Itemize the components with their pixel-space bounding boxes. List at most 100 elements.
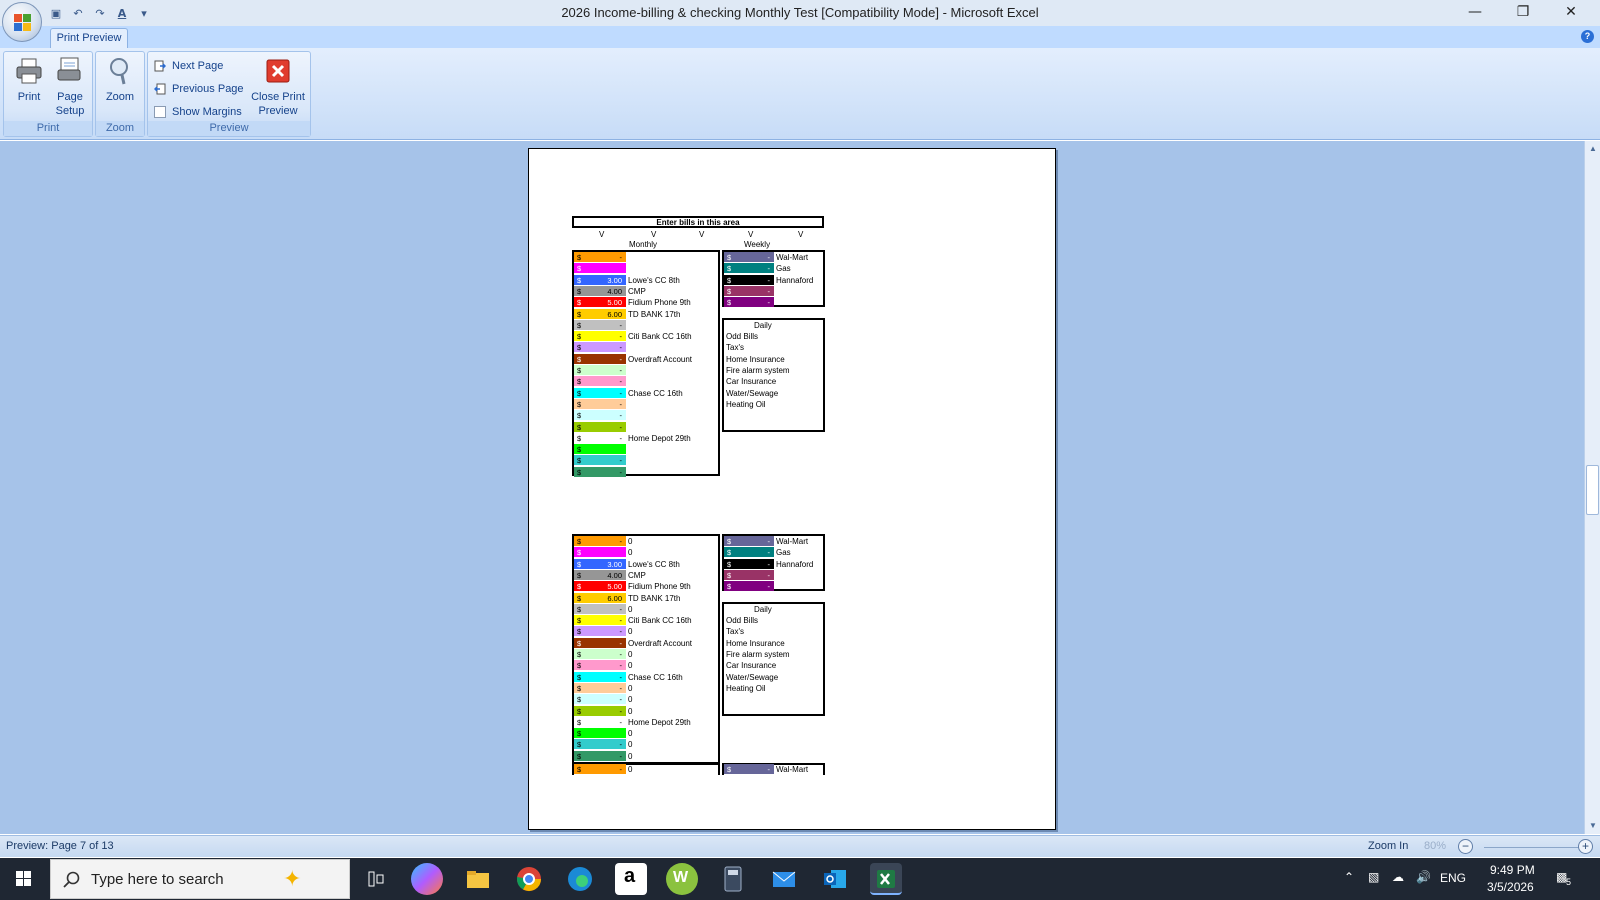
language-indicator[interactable]: ENG — [1440, 871, 1466, 885]
monthly-cell[interactable]: $ - — [574, 705, 626, 717]
monthly-cell[interactable]: $ - — [574, 694, 626, 706]
monthly-cell[interactable]: $ - — [574, 365, 626, 376]
scroll-down-arrow-icon[interactable]: ▼ — [1588, 821, 1598, 831]
weekly-cell[interactable]: $ - — [724, 536, 774, 547]
weekly-cell[interactable]: $ - — [724, 274, 774, 286]
scroll-up-arrow-icon[interactable]: ▲ — [1588, 144, 1598, 154]
cell-value: - — [619, 740, 623, 750]
monthly-cell[interactable]: $4.00 — [574, 569, 626, 581]
task-view-icon[interactable] — [360, 863, 392, 895]
monthly-cell[interactable]: $ - — [574, 615, 626, 627]
chevron-up-icon[interactable]: ⌃ — [1344, 870, 1354, 884]
chrome-icon[interactable] — [513, 863, 545, 895]
zoom-button[interactable]: Zoom — [100, 56, 140, 104]
next-page-button[interactable]: Next Page — [154, 57, 223, 75]
previous-page-button[interactable]: Previous Page — [153, 80, 244, 98]
weekly-cell[interactable]: $ - — [724, 569, 774, 581]
zoom-slider[interactable] — [1484, 847, 1582, 848]
currency-symbol: $ — [577, 751, 582, 761]
print-button[interactable]: Print — [9, 56, 49, 104]
page-setup-button[interactable]: Page Setup — [50, 56, 90, 118]
monthly-cell[interactable]: $ — [574, 263, 626, 275]
monthly-cell[interactable]: $5.00 — [574, 581, 626, 593]
monthly-cell[interactable]: $ - — [574, 682, 626, 694]
monthly-cell[interactable]: $ — [574, 728, 626, 740]
monthly-cell[interactable]: $ - — [574, 716, 626, 728]
currency-symbol: $ — [577, 740, 582, 750]
weekly-cell[interactable]: $ - — [724, 581, 774, 593]
weekly-cell[interactable]: $ - — [724, 547, 774, 559]
weekly-cell[interactable]: $ - — [724, 252, 774, 263]
edge-icon[interactable] — [564, 863, 596, 895]
zoom-out-button[interactable]: − — [1458, 839, 1473, 854]
monthly-cell[interactable]: $ - — [574, 671, 626, 683]
webroot-icon[interactable]: W — [666, 863, 698, 895]
monthly-cell[interactable]: $ - — [574, 637, 626, 649]
close-button[interactable]: ✕ — [1548, 0, 1594, 26]
file-explorer-icon[interactable] — [462, 863, 494, 895]
monthly-cell[interactable]: $ - — [574, 603, 626, 615]
weekly-cell[interactable]: $ - — [724, 764, 774, 775]
monthly-cell[interactable]: $ — [574, 547, 626, 559]
monthly-cell[interactable]: $ - — [574, 410, 626, 422]
calculator-icon[interactable] — [717, 863, 749, 895]
monthly-cell[interactable]: $ - — [574, 466, 626, 478]
amazon-icon[interactable]: a — [615, 863, 647, 895]
monthly-cell[interactable]: $ - — [574, 398, 626, 410]
tab-print-preview[interactable]: Print Preview — [50, 28, 128, 48]
onedrive-cloud-icon[interactable]: ☁ — [1392, 870, 1404, 884]
monthly-cell[interactable]: $ - — [574, 660, 626, 672]
cell-value: - — [767, 275, 771, 285]
checkbox-unchecked-icon[interactable] — [154, 106, 166, 118]
monthly-cell[interactable]: $ - — [574, 750, 626, 762]
monthly-cell[interactable]: $ - — [574, 536, 626, 547]
volume-icon[interactable]: 🔊 — [1416, 870, 1431, 884]
monthly-cell[interactable]: $ - — [574, 626, 626, 638]
zoom-percent[interactable]: 80% — [1424, 840, 1446, 852]
vertical-scrollbar[interactable]: ▲ ▼ — [1584, 141, 1600, 834]
taskbar-search-box[interactable]: Type here to search ✦ — [50, 859, 350, 899]
monthly-cell[interactable]: $ - — [574, 455, 626, 467]
monthly-cell[interactable]: $ - — [574, 376, 626, 388]
device-icon[interactable]: ▧ — [1368, 870, 1379, 884]
office-button[interactable] — [2, 2, 42, 42]
monthly-cell[interactable]: $ - — [574, 331, 626, 343]
excel-icon[interactable] — [870, 863, 902, 895]
monthly-cell[interactable]: $ - — [574, 421, 626, 433]
monthly-cell[interactable]: $3.00 — [574, 274, 626, 286]
weekly-cell[interactable]: $ - — [724, 285, 774, 297]
monthly-cell[interactable]: $ — [574, 444, 626, 456]
start-button[interactable] — [0, 858, 48, 900]
row-label: Chase CC 16th — [628, 388, 683, 398]
outlook-icon[interactable] — [819, 863, 851, 895]
monthly-cell[interactable]: $ - — [574, 387, 626, 399]
close-print-preview-button[interactable]: Close Print Preview — [248, 56, 308, 118]
monthly-cell[interactable]: $6.00 — [574, 308, 626, 320]
monthly-cell[interactable]: $5.00 — [574, 297, 626, 309]
zoom-in-button[interactable]: + — [1578, 839, 1593, 854]
monthly-cell[interactable]: $3.00 — [574, 558, 626, 570]
scroll-thumb[interactable] — [1586, 465, 1599, 515]
weekly-cell[interactable]: $ - — [724, 558, 774, 570]
monthly-cell[interactable]: $ - — [574, 252, 626, 263]
monthly-cell[interactable]: $ - — [574, 432, 626, 444]
monthly-cell[interactable]: $ - — [574, 739, 626, 751]
monthly-cell[interactable]: $ - — [574, 649, 626, 660]
help-icon[interactable]: ? — [1581, 30, 1594, 43]
minimize-button[interactable]: — — [1452, 0, 1498, 26]
show-margins-checkbox[interactable]: Show Margins — [154, 103, 242, 121]
weekly-cell[interactable]: $ - — [724, 297, 774, 309]
restore-button[interactable]: ❐ — [1500, 0, 1546, 26]
clock-time[interactable]: 9:49 PM — [1490, 863, 1535, 877]
monthly-cell[interactable]: $4.00 — [574, 285, 626, 297]
monthly-cell[interactable]: $ - — [574, 342, 626, 354]
clock-date[interactable]: 3/5/2026 — [1487, 880, 1534, 894]
monthly-cell[interactable]: $6.00 — [574, 592, 626, 604]
monthly-cell[interactable]: $ - — [574, 353, 626, 365]
monthly-cell[interactable]: $ - — [574, 319, 626, 331]
mail-icon[interactable] — [768, 863, 800, 895]
copilot-icon[interactable] — [411, 863, 443, 895]
currency-symbol: $ — [577, 729, 582, 739]
monthly-cell[interactable]: $ - — [574, 764, 626, 775]
weekly-cell[interactable]: $ - — [724, 263, 774, 275]
